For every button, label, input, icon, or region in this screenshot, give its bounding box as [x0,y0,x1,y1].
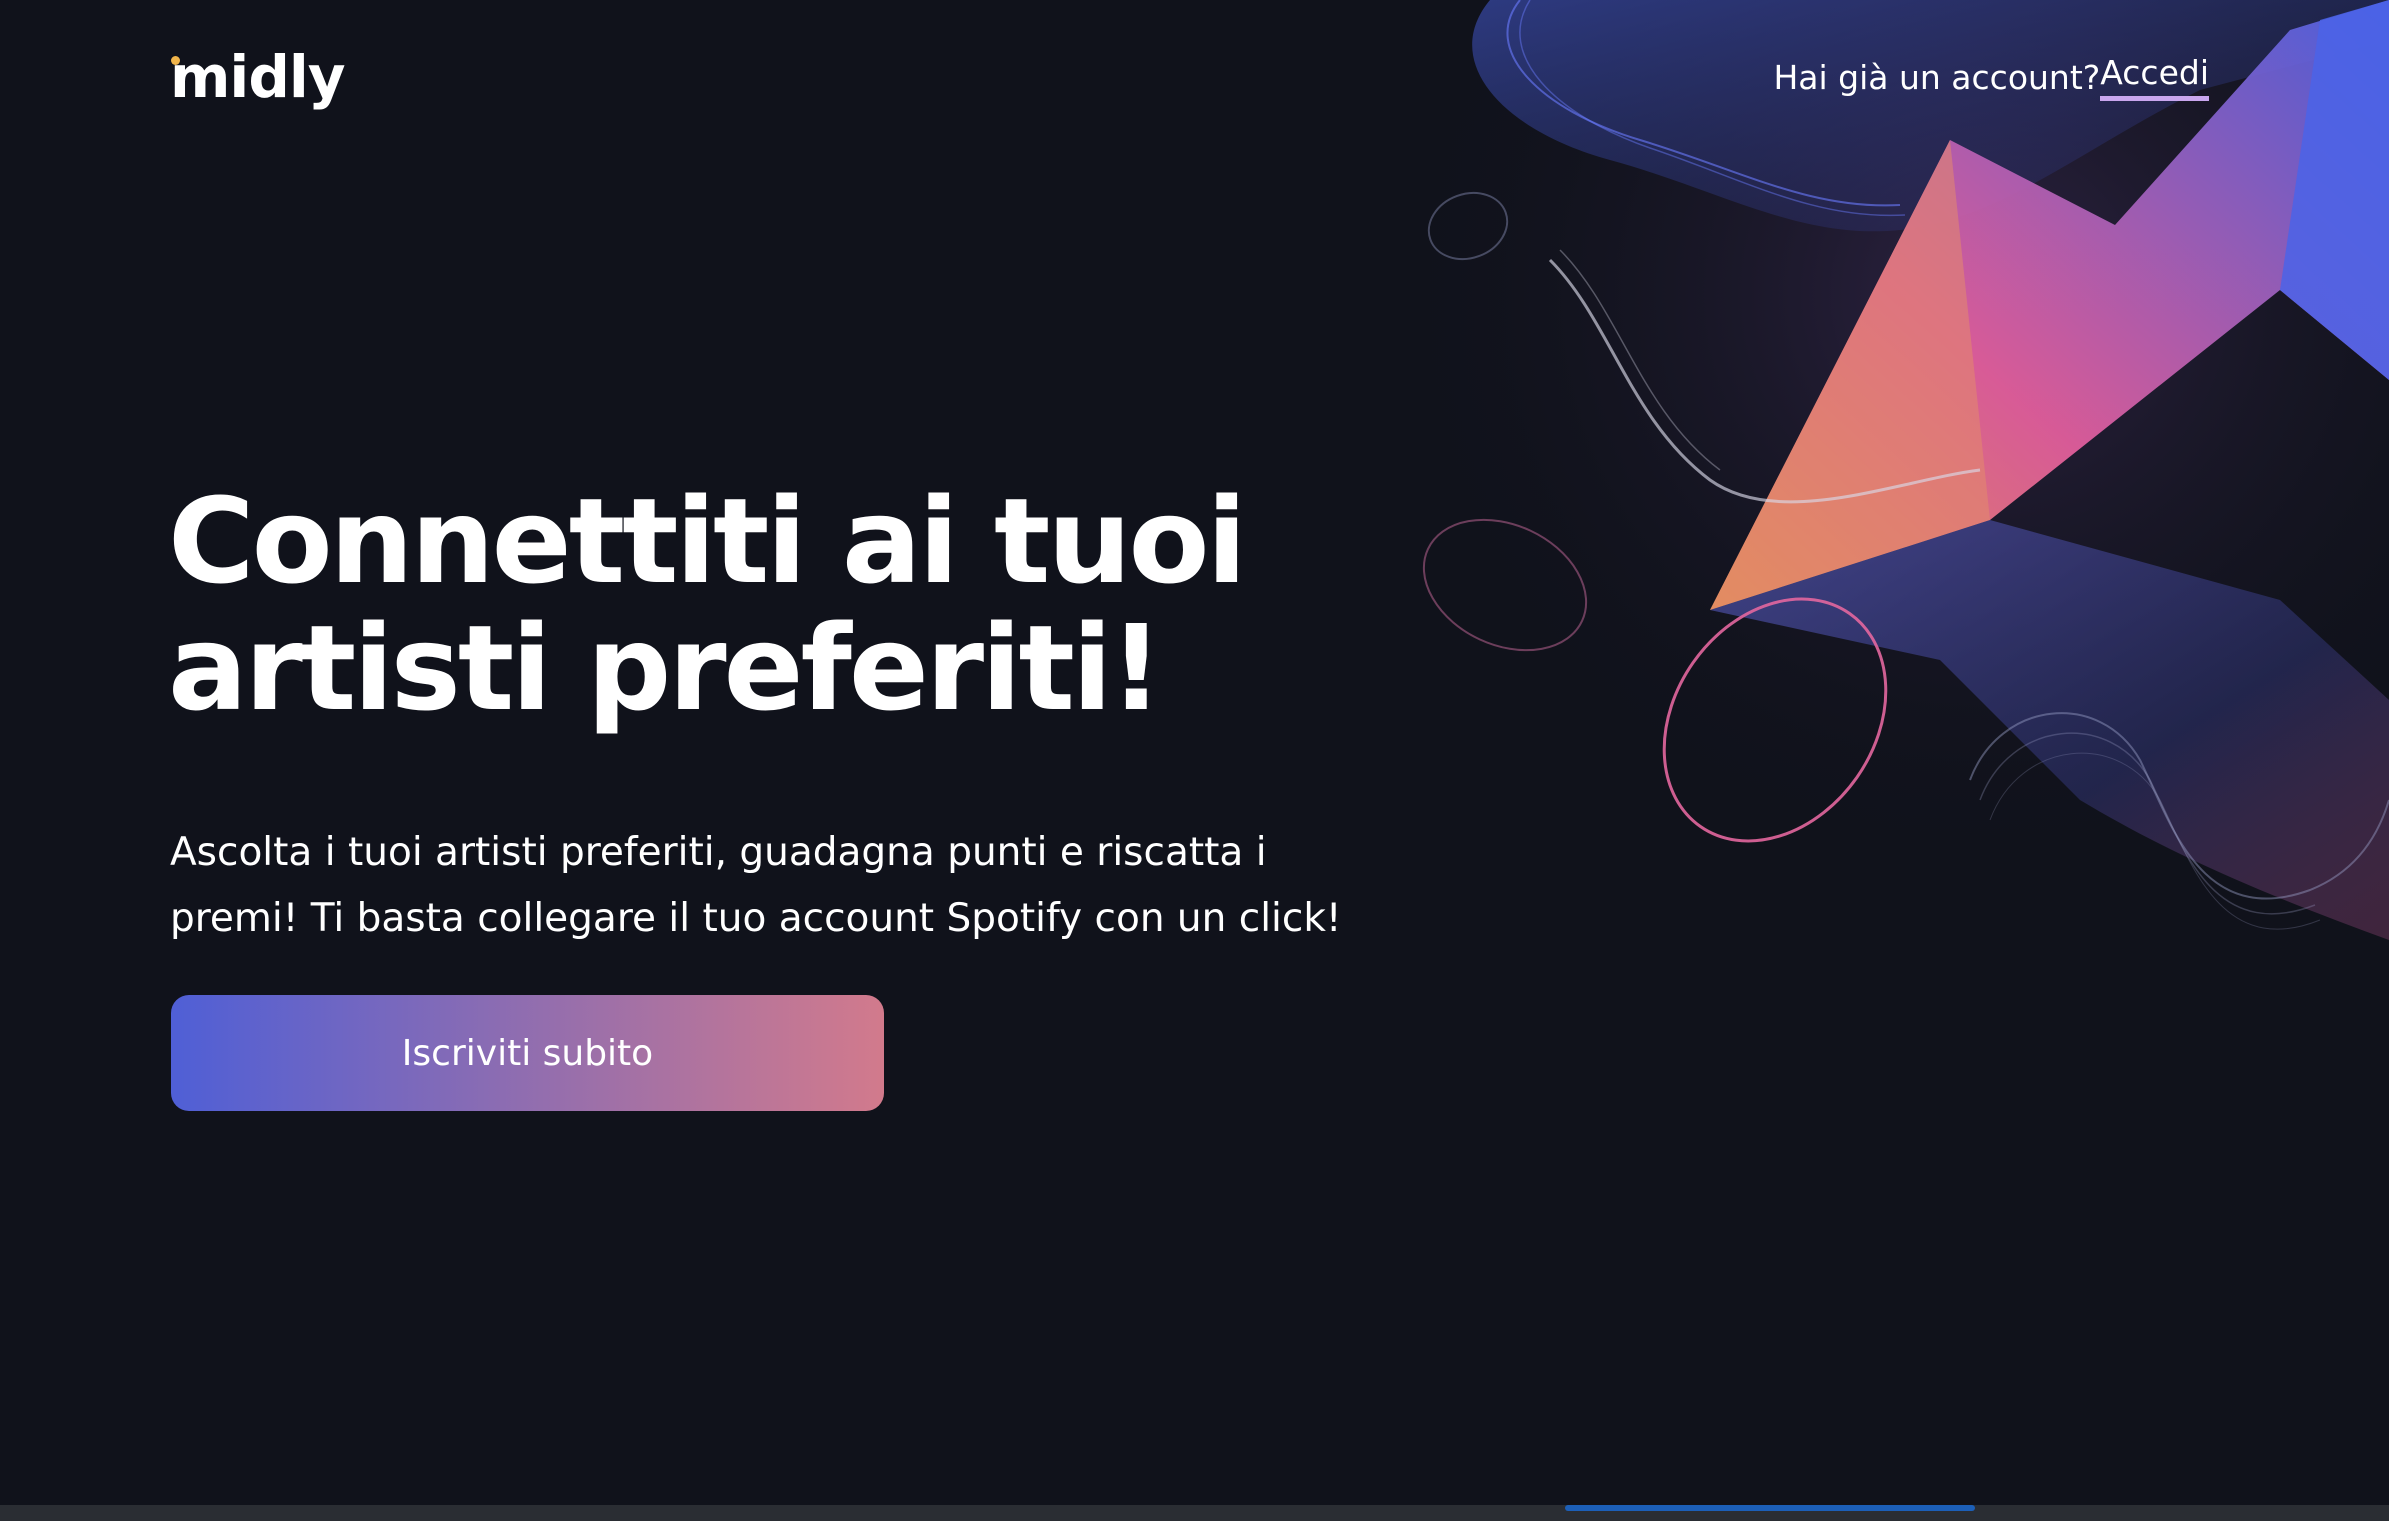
hero-subtitle: Ascolta i tuoi artisti preferiti, guadag… [170,820,1430,952]
account-question: Hai già un account? [1773,57,2101,97]
brand-logo[interactable]: midly [170,42,346,112]
top-nav: Hai già un account? Accedi [1773,52,2209,102]
hero-subtitle-line-1: Ascolta i tuoi artisti preferiti, guadag… [170,830,1267,875]
signup-button[interactable]: Iscriviti subito [171,995,884,1111]
hero-title-line-2: artisti preferiti! [168,599,1163,737]
bottom-accent-line [1565,1505,1975,1511]
abstract-waves-illustration [1380,0,2389,980]
hero-subtitle-line-2: premi! Ti basta collegare il tuo account… [170,896,1342,941]
bottom-edge-bar [0,1505,2389,1521]
logo-dot [171,56,180,65]
hero-title-line-1: Connettiti ai tuoi [168,472,1247,610]
login-link[interactable]: Accedi [2100,53,2209,101]
hero-title: Connettiti ai tuoi artisti preferiti! [168,478,1468,732]
landing-page: midly Hai già un account? Accedi Connett… [0,0,2389,1521]
logo-text: midly [170,43,346,111]
